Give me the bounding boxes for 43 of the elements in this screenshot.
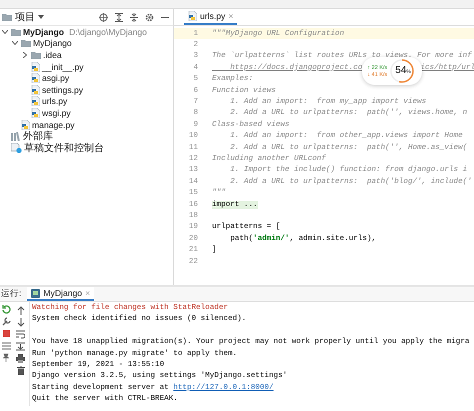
layout-icon[interactable] [2,341,10,350]
panel-title[interactable]: 项目 [15,10,35,24]
tree-item[interactable]: manage.py [32,120,75,130]
project-path: D:\django\MyDjango [69,26,147,37]
collapse-all-icon[interactable] [130,12,138,22]
tree-item[interactable]: 草稿文件和控制台 [24,140,104,155]
trash-icon[interactable] [16,366,24,375]
rerun-icon[interactable] [2,305,10,314]
tree-item[interactable]: MyDjango [23,26,64,37]
tree-item[interactable]: wsgi.py [42,108,71,118]
stop-icon[interactable] [2,329,10,338]
tree-item[interactable]: asgi.py [42,73,70,84]
tree-item[interactable]: urls.py [42,96,68,106]
tree-item[interactable]: settings.py [42,84,84,95]
scratch-file-icon [11,142,22,153]
python-file-icon [21,120,30,130]
tree-item[interactable]: __init__.py [42,62,84,72]
pin-icon[interactable] [2,353,10,362]
tree-item[interactable]: MyDjango [33,38,72,48]
run-tab[interactable]: MyDjango × [27,287,94,301]
python-file-icon [31,96,40,106]
usage-ring [389,58,416,84]
scroll-to-end-icon[interactable] [16,342,25,351]
caret-icon[interactable] [38,15,44,19]
file-tab[interactable]: urls.py × [184,9,238,25]
up-arrow-icon[interactable] [16,306,24,315]
print-icon[interactable] [16,354,25,363]
run-label: 运行: [0,287,22,300]
tree-item[interactable]: 外部库 [23,129,53,144]
console-icon [31,288,40,298]
down-arrow-icon[interactable] [16,318,24,327]
wrench-icon[interactable] [2,317,10,326]
python-file-icon [31,108,40,118]
soft-wrap-icon[interactable] [16,330,25,339]
python-file-icon [31,84,40,95]
locate-icon[interactable] [99,12,108,22]
tree-item[interactable]: .idea [43,50,62,60]
expand-all-icon[interactable] [115,12,123,22]
python-file-icon [31,73,40,84]
python-file-icon [31,62,40,72]
python-file-icon [188,11,197,21]
library-icon [11,132,21,141]
settings-icon[interactable] [145,12,154,22]
